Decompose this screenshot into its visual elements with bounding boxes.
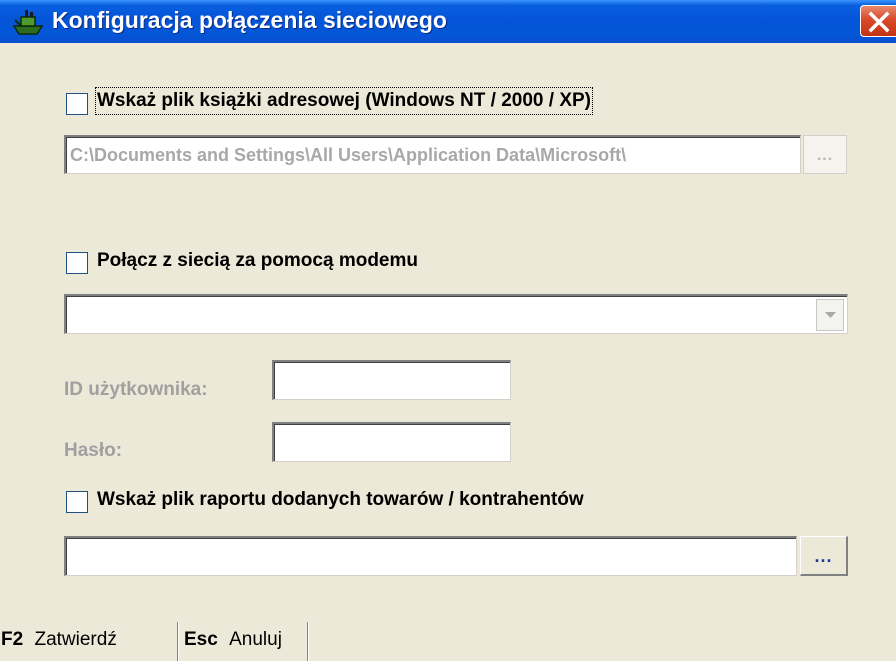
modem-connection-dropdown-button[interactable] [816, 299, 844, 331]
address-book-path-value: C:\Documents and Settings\All Users\Appl… [70, 145, 627, 165]
address-book-checkbox-label[interactable]: Wskaż plik książki adresowej (Windows NT… [95, 87, 593, 115]
modem-connection-select[interactable] [64, 294, 848, 334]
window-title: Konfiguracja połączenia sieciowego [52, 7, 447, 33]
password-label: Hasło: [64, 440, 123, 461]
report-browse-label: ... [814, 546, 833, 566]
address-book-path-field[interactable]: C:\Documents and Settings\All Users\Appl… [64, 135, 801, 174]
cancel-shortcut[interactable]: Esc Anuluj [180, 622, 308, 661]
confirm-key: F2 [1, 629, 24, 650]
password-input[interactable] [272, 422, 511, 462]
cancel-key: Esc [184, 629, 218, 650]
confirm-label: Zatwierdź [34, 629, 117, 650]
user-id-label: ID użytkownika: [64, 379, 208, 400]
report-checkbox[interactable] [66, 491, 88, 513]
report-browse-button[interactable]: ... [800, 536, 848, 576]
address-book-browse-label: ... [816, 147, 834, 164]
address-book-checkbox[interactable] [66, 93, 88, 115]
title-bar[interactable]: Konfiguracja połączenia sieciowego [0, 0, 896, 43]
cancel-label: Anuluj [229, 629, 282, 650]
user-id-input[interactable] [272, 360, 511, 400]
ship-icon [12, 8, 44, 36]
confirm-shortcut[interactable]: F2 Zatwierdź [0, 622, 178, 661]
report-path-field[interactable] [64, 536, 797, 576]
status-bar: F2 Zatwierdź Esc Anuluj [0, 622, 896, 661]
close-icon [868, 11, 890, 33]
address-book-browse-button[interactable]: ... [803, 135, 847, 174]
close-button[interactable] [860, 5, 896, 37]
chevron-down-icon [825, 312, 836, 318]
modem-checkbox-label[interactable]: Połącz z siecią za pomocą modemu [97, 249, 418, 273]
report-checkbox-label[interactable]: Wskaż plik raportu dodanych towarów / ko… [97, 488, 584, 512]
modem-checkbox[interactable] [66, 252, 88, 274]
